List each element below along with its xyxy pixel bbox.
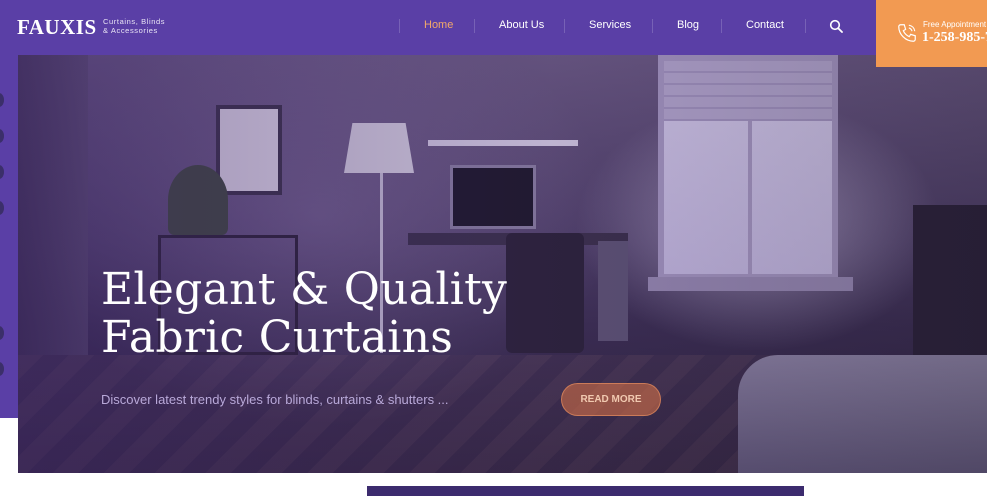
hero-headline-line-2: Fabric Curtains xyxy=(101,312,454,363)
appointment-phone[interactable]: 1-258-985-7 xyxy=(922,30,987,46)
phone-icon xyxy=(898,24,916,42)
nav-services[interactable]: Services xyxy=(589,19,631,31)
bottom-strip xyxy=(367,474,445,486)
search-icon[interactable] xyxy=(829,19,843,33)
hero-headline-line-1: Elegant & Quality xyxy=(101,264,508,315)
nav-blog[interactable]: Blog xyxy=(677,19,699,31)
bottom-strip xyxy=(882,474,987,486)
site-header: FAUXIS Curtains, Blinds & Accessories Ho… xyxy=(0,0,987,55)
nav-separator xyxy=(399,19,400,33)
logo[interactable]: FAUXIS xyxy=(17,15,97,40)
nav-separator xyxy=(474,19,475,33)
tagline-line-2: & Accessories xyxy=(103,26,158,35)
hero-subtext: Discover latest trendy styles for blinds… xyxy=(101,392,449,407)
bottom-strip-dark xyxy=(367,486,804,496)
nav-separator xyxy=(805,19,806,33)
nav-separator xyxy=(721,19,722,33)
read-more-button[interactable]: READ MORE xyxy=(561,383,661,416)
hero-headline: Elegant & Quality Fabric Curtains xyxy=(101,266,507,362)
nav-separator xyxy=(652,19,653,33)
nav-separator xyxy=(564,19,565,33)
nav-about-us[interactable]: About Us xyxy=(499,19,544,31)
appointment-box[interactable]: Free Appointment 1-258-985-7 xyxy=(876,0,987,67)
nav-home[interactable]: Home xyxy=(424,19,453,31)
appointment-label: Free Appointment xyxy=(923,20,987,29)
nav-contact[interactable]: Contact xyxy=(746,19,784,31)
tagline-line-1: Curtains, Blinds xyxy=(103,17,166,26)
logo-tagline: Curtains, Blinds & Accessories xyxy=(103,17,183,35)
